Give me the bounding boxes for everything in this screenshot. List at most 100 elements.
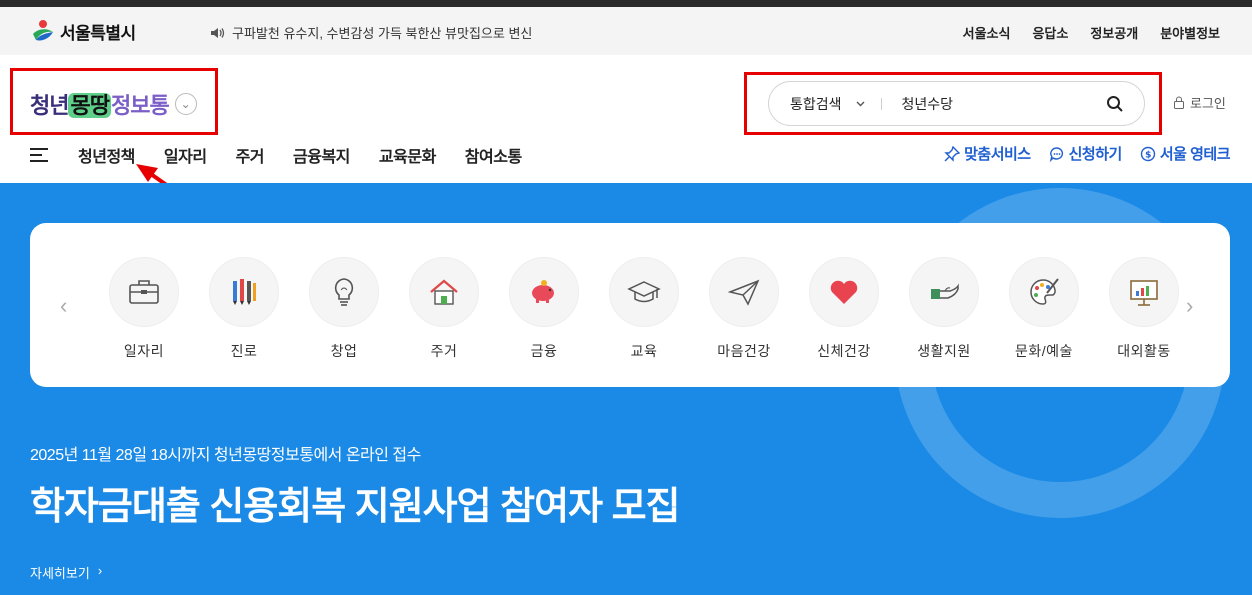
search-scope-label: 통합검색 <box>790 95 842 112</box>
login-link[interactable]: 로그인 <box>1173 93 1226 112</box>
search-bar: 통합검색 <box>768 81 1145 126</box>
hero-title: 학자금대출 신용회복 지원사업 참여자 모집 <box>30 486 681 528</box>
chat-bubble-icon <box>1049 146 1063 162</box>
hero-more-link[interactable]: 자세히보기 › <box>30 563 102 582</box>
utility-links: 서울소식 응답소 정보공개 분야별정보 <box>963 23 1220 42</box>
search-icon[interactable] <box>1106 95 1124 113</box>
site-header: 청년몽땅정보통 ⌄ 통합검색 로그인 청년정책 일자리 주거 금융복지 교육문화… <box>0 55 1252 183</box>
search-scope-select[interactable]: 통합검색 <box>790 94 865 114</box>
seoul-city-name: 서울특별시 <box>60 23 136 43</box>
chevron-left-icon[interactable]: ‹ <box>60 293 67 319</box>
lock-icon <box>1174 96 1184 109</box>
category-icon-wrap <box>409 257 479 327</box>
quick-young-tech-label: 서울 영테크 <box>1159 146 1231 163</box>
category-icon-wrap <box>509 257 579 327</box>
category-label: 교육 <box>630 343 658 359</box>
palette-icon <box>1030 278 1059 305</box>
category-item-startup[interactable]: 창업 <box>294 257 394 361</box>
top-dark-strip <box>0 0 1252 7</box>
category-label: 신체건강 <box>817 343 871 359</box>
category-icon-wrap <box>309 257 379 327</box>
quick-apply-label: 신청하기 <box>1068 146 1123 163</box>
brand-name: 청년몽땅정보통 <box>30 88 170 120</box>
category-item-housing[interactable]: 주거 <box>394 257 494 361</box>
category-icon-wrap <box>209 257 279 327</box>
category-label: 창업 <box>330 343 358 359</box>
category-label: 금융 <box>530 343 558 359</box>
category-item-living-support[interactable]: 생활지원 <box>894 257 994 361</box>
paper-plane-icon <box>728 279 760 306</box>
category-item-mental-health[interactable]: 마음건강 <box>694 257 794 361</box>
notice-text: 구파발천 유수지, 수변감성 가득 북한산 뷰맛집으로 변신 <box>232 26 533 41</box>
brand-name-part3: 정보통 <box>110 93 170 118</box>
category-icon-wrap <box>1109 257 1179 327</box>
category-item-career[interactable]: 진로 <box>194 257 294 361</box>
chevron-down-icon <box>856 101 865 106</box>
piggybank-icon <box>532 280 554 303</box>
coin-icon: $ <box>1140 146 1156 161</box>
svg-text:$: $ <box>1145 150 1151 160</box>
quick-custom-service-label: 맞춤서비스 <box>964 146 1031 163</box>
house-icon <box>430 279 458 305</box>
category-item-culture-art[interactable]: 문화/예술 <box>994 257 1094 361</box>
category-list: 일자리 진로 창업 주거 금융 교육 마음건강 신체건강 생활지원 문화/예술 … <box>94 257 1194 361</box>
nav-item-participation[interactable]: 참여소통 <box>465 143 522 167</box>
category-label: 마음건강 <box>717 343 771 359</box>
hamburger-menu-icon[interactable] <box>30 148 48 162</box>
quick-apply[interactable]: 신청하기 <box>1049 143 1122 164</box>
quick-custom-service[interactable]: 맞춤서비스 <box>944 143 1031 164</box>
quick-young-tech[interactable]: $ 서울 영테크 <box>1140 143 1231 164</box>
util-link-eungdapso[interactable]: 응답소 <box>1032 23 1068 42</box>
nav-item-housing[interactable]: 주거 <box>236 143 265 167</box>
category-label: 진로 <box>230 343 258 359</box>
seoul-city-logo[interactable]: 서울특별시 <box>30 18 136 44</box>
presentation-board-icon <box>1130 280 1158 306</box>
category-item-jobs[interactable]: 일자리 <box>94 257 194 361</box>
util-link-info-disclosure[interactable]: 정보공개 <box>1090 23 1138 42</box>
category-item-education[interactable]: 교육 <box>594 257 694 361</box>
util-link-news[interactable]: 서울소식 <box>963 23 1011 42</box>
brand-name-part2: 몽땅 <box>68 93 111 118</box>
chevron-right-icon: › <box>97 563 103 578</box>
category-item-external-activity[interactable]: 대외활동 <box>1094 257 1194 361</box>
category-icon-wrap <box>709 257 779 327</box>
category-item-physical-health[interactable]: 신체건강 <box>794 257 894 361</box>
pin-icon <box>944 145 961 162</box>
category-icon-wrap <box>109 257 179 327</box>
seoul-symbol-icon <box>33 20 53 41</box>
search-divider <box>880 97 882 110</box>
nav-item-finance-welfare[interactable]: 금융복지 <box>293 143 350 167</box>
utility-bar: 서울특별시 구파발천 유수지, 수변감성 가득 북한산 뷰맛집으로 변신 서울소… <box>0 7 1252 55</box>
category-icon-wrap <box>609 257 679 327</box>
util-link-by-field[interactable]: 분야별정보 <box>1160 23 1220 42</box>
search-input[interactable] <box>901 95 1092 112</box>
category-label: 생활지원 <box>917 343 971 359</box>
briefcase-icon <box>129 280 159 304</box>
category-icon-wrap <box>1009 257 1079 327</box>
pencils-icon <box>233 279 256 305</box>
category-label: 일자리 <box>123 343 165 359</box>
category-icon-wrap <box>809 257 879 327</box>
brand-name-part1: 청년 <box>30 93 69 118</box>
hero-more-label: 자세히보기 <box>30 566 90 581</box>
nav-item-education-culture[interactable]: 교육문화 <box>379 143 436 167</box>
category-label: 주거 <box>430 343 458 359</box>
category-icon-wrap <box>909 257 979 327</box>
main-nav: 청년정책 일자리 주거 금융복지 교육문화 참여소통 <box>30 143 551 167</box>
login-label: 로그인 <box>1190 96 1226 111</box>
nav-item-youth-policy[interactable]: 청년정책 <box>78 143 135 167</box>
lightbulb-icon <box>334 278 354 306</box>
notice-ticker[interactable]: 구파발천 유수지, 수변감성 가득 북한산 뷰맛집으로 변신 <box>210 23 532 42</box>
speaker-icon <box>211 27 225 38</box>
brand-logo[interactable]: 청년몽땅정보통 ⌄ <box>30 88 197 120</box>
heart-icon <box>830 280 858 304</box>
hero-subtitle: 2025년 11월 28일 18시까지 청년몽땅정보통에서 온라인 접수 <box>30 447 421 464</box>
category-item-finance[interactable]: 금융 <box>494 257 594 361</box>
quick-links: 맞춤서비스 신청하기 $ 서울 영테크 <box>944 143 1231 164</box>
nav-item-jobs[interactable]: 일자리 <box>164 143 207 167</box>
category-carousel: ‹ › 일자리 진로 창업 주거 금융 교육 마음건강 신체건강 생활지원 문화… <box>30 223 1230 387</box>
chevron-down-icon[interactable]: ⌄ <box>174 93 197 115</box>
helping-hand-icon <box>931 283 959 299</box>
hero-banner: ‹ › 일자리 진로 창업 주거 금융 교육 마음건강 신체건강 생활지원 문화… <box>0 183 1252 595</box>
graduation-cap-icon <box>627 281 661 303</box>
